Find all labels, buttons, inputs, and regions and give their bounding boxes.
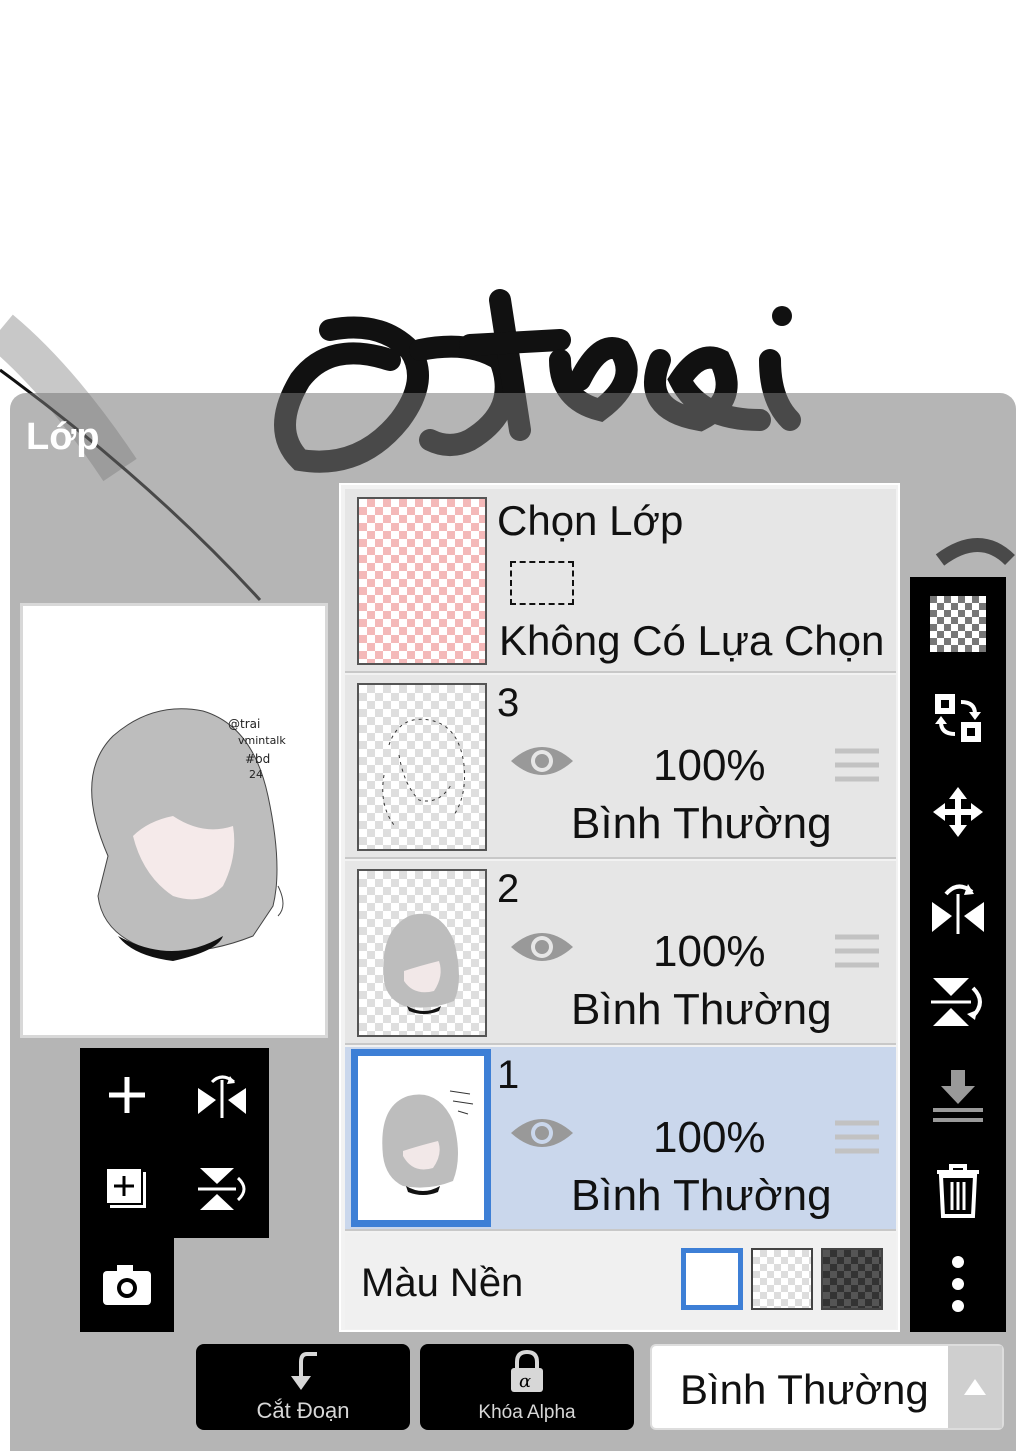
flip-vertical-button[interactable] — [910, 955, 1006, 1049]
layer-opacity[interactable]: 100% — [653, 741, 766, 791]
move-icon — [933, 787, 983, 837]
svg-text:vmintalk: vmintalk — [238, 734, 286, 747]
panel-title: Lớp — [26, 416, 100, 458]
svg-text:@trai: @trai — [228, 717, 260, 731]
camera-button[interactable] — [80, 1238, 174, 1332]
transparency-button[interactable] — [910, 577, 1006, 671]
swap-layers-button[interactable] — [910, 671, 1006, 765]
background-color-row: Màu Nền — [345, 1233, 896, 1329]
visibility-toggle[interactable] — [509, 739, 575, 788]
alpha-lock-button[interactable]: α Khóa Alpha — [420, 1344, 634, 1430]
add-copy-icon — [105, 1167, 146, 1208]
selection-layer-title: Chọn Lớp — [497, 497, 684, 544]
preview-artwork: @trai vmintalk #bd 24 — [91, 708, 286, 961]
drag-handle-icon[interactable] — [833, 931, 881, 976]
drag-handle-icon[interactable] — [833, 745, 881, 790]
left-toolbar — [80, 1048, 269, 1332]
add-layer-button[interactable] — [80, 1048, 174, 1142]
lock-alpha-icon: α — [511, 1350, 543, 1392]
layer-blend-mode: Bình Thường — [571, 985, 832, 1034]
clipping-label: Cắt Đoạn — [256, 1398, 350, 1423]
flip-vertical-icon — [931, 978, 982, 1026]
move-layer-button[interactable] — [910, 765, 1006, 859]
layer-blend-mode: Bình Thường — [571, 799, 832, 848]
layer-thumbnail — [351, 1049, 491, 1227]
clipping-button[interactable]: Cắt Đoạn — [196, 1344, 410, 1430]
right-toolbar — [910, 577, 1006, 1332]
svg-text:α: α — [519, 1371, 531, 1392]
visibility-toggle[interactable] — [509, 1111, 575, 1160]
selection-thumbnail — [357, 497, 487, 665]
layer-1-thumb-art — [382, 1090, 474, 1195]
camera-icon — [103, 1265, 151, 1305]
eye-icon — [511, 933, 573, 961]
visibility-toggle[interactable] — [509, 925, 575, 974]
background-white-swatch[interactable] — [681, 1248, 743, 1310]
blend-mode-value: Bình Thường — [680, 1366, 929, 1413]
trash-icon — [937, 1164, 979, 1218]
svg-text:24: 24 — [249, 768, 263, 781]
flip-horizontal-button[interactable] — [910, 861, 1006, 955]
layer-row[interactable]: 3 100% Bình Thường — [345, 675, 896, 859]
layer-2-thumb-art — [383, 913, 459, 1014]
flip-layer-horizontal-button[interactable] — [175, 1048, 269, 1142]
alpha-lock-label: Khóa Alpha — [478, 1402, 576, 1423]
blend-mode-dropdown[interactable] — [948, 1346, 1002, 1428]
clip-arrow-icon — [291, 1352, 317, 1390]
layer-list: Chọn Lớp Không Có Lựa Chọn 3 100% Bình T… — [339, 483, 900, 1332]
eye-icon — [511, 747, 573, 775]
delete-layer-button[interactable] — [910, 1143, 1006, 1237]
layer-row-selected[interactable]: 1 100% Bình Thường — [345, 1047, 896, 1231]
layer-row[interactable]: 2 100% Bình Thường — [345, 861, 896, 1045]
background-dark-checker-swatch[interactable] — [821, 1248, 883, 1310]
selection-layer-row[interactable]: Chọn Lớp Không Có Lựa Chọn — [345, 489, 896, 673]
checker-icon — [930, 596, 986, 652]
flip-horizontal-icon — [932, 884, 984, 934]
merge-down-icon — [933, 1070, 983, 1122]
layer-thumbnail — [357, 683, 487, 851]
layer-opacity[interactable]: 100% — [653, 927, 766, 977]
swap-icon — [935, 694, 981, 742]
more-options-button[interactable] — [910, 1237, 1006, 1331]
layer-opacity[interactable]: 100% — [653, 1113, 766, 1163]
layer-number: 3 — [497, 681, 520, 725]
layer-number: 2 — [497, 867, 520, 911]
flip-horizontal-icon — [198, 1075, 246, 1118]
drag-handle-icon[interactable] — [833, 1117, 881, 1162]
layer-number: 1 — [497, 1053, 520, 1097]
add-copy-layer-button[interactable] — [80, 1142, 174, 1236]
merge-down-button[interactable] — [910, 1049, 1006, 1143]
triangle-up-icon — [964, 1379, 986, 1395]
flip-vertical-icon — [198, 1168, 246, 1210]
layer-thumbnail — [357, 869, 487, 1037]
blend-mode-select[interactable]: Bình Thường — [650, 1344, 1004, 1430]
layer-blend-mode: Bình Thường — [571, 1171, 832, 1220]
eye-icon — [511, 1119, 573, 1147]
plus-icon — [109, 1077, 145, 1113]
background-color-label: Màu Nền — [361, 1261, 524, 1305]
background-transparent-swatch[interactable] — [751, 1248, 813, 1310]
flip-layer-vertical-button[interactable] — [175, 1142, 269, 1236]
svg-text:#bd: #bd — [245, 752, 270, 766]
layer-3-thumb-art — [382, 718, 465, 826]
selection-status: Không Có Lựa Chọn — [499, 617, 885, 664]
selection-marquee-icon — [510, 561, 574, 605]
more-vertical-icon — [952, 1256, 964, 1312]
canvas-preview[interactable]: @trai vmintalk #bd 24 — [20, 603, 328, 1038]
